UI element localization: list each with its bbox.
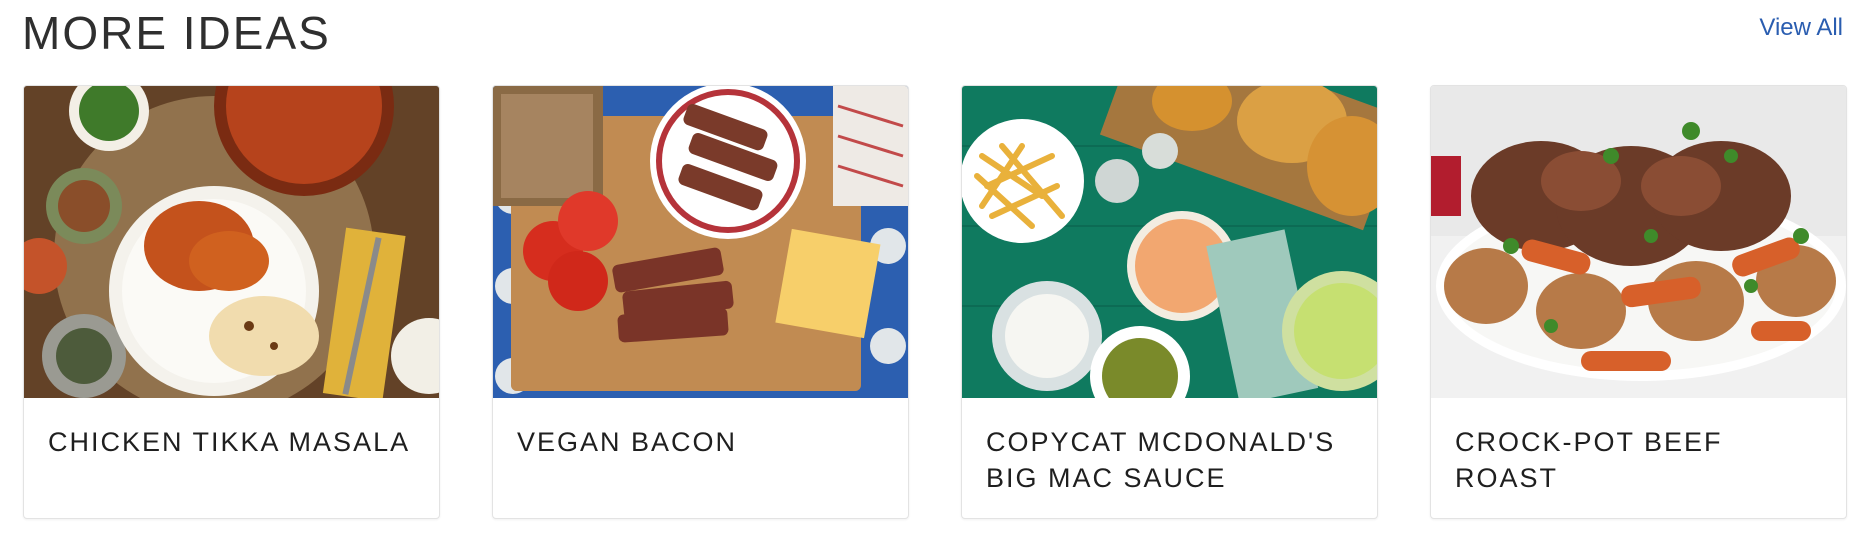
vegan-bacon-image[interactable] — [493, 86, 908, 398]
recipe-card[interactable]: VEGAN BACON — [492, 85, 909, 519]
recipe-card-list: CHICKEN TIKKA MASALA VEGAN BACON COPYCAT… — [23, 85, 1847, 519]
beef-roast-image[interactable] — [1431, 86, 1846, 398]
recipe-card-title[interactable]: VEGAN BACON — [493, 398, 908, 460]
section-header: MORE IDEAS View All — [22, 0, 1843, 60]
section-title: MORE IDEAS — [22, 7, 331, 59]
recipe-card[interactable]: CHICKEN TIKKA MASALA — [23, 85, 440, 519]
recipe-card[interactable]: COPYCAT MCDONALD'S BIG MAC SAUCE — [961, 85, 1378, 519]
recipe-card-title[interactable]: CROCK-POT BEEF ROAST — [1431, 398, 1846, 496]
recipe-card[interactable]: CROCK-POT BEEF ROAST — [1430, 85, 1847, 519]
recipe-card-title[interactable]: COPYCAT MCDONALD'S BIG MAC SAUCE — [962, 398, 1377, 496]
chicken-tikka-masala-image[interactable] — [24, 86, 439, 398]
recipe-card-title[interactable]: CHICKEN TIKKA MASALA — [24, 398, 439, 460]
big-mac-sauce-image[interactable] — [962, 86, 1377, 398]
view-all-link[interactable]: View All — [1759, 14, 1843, 42]
